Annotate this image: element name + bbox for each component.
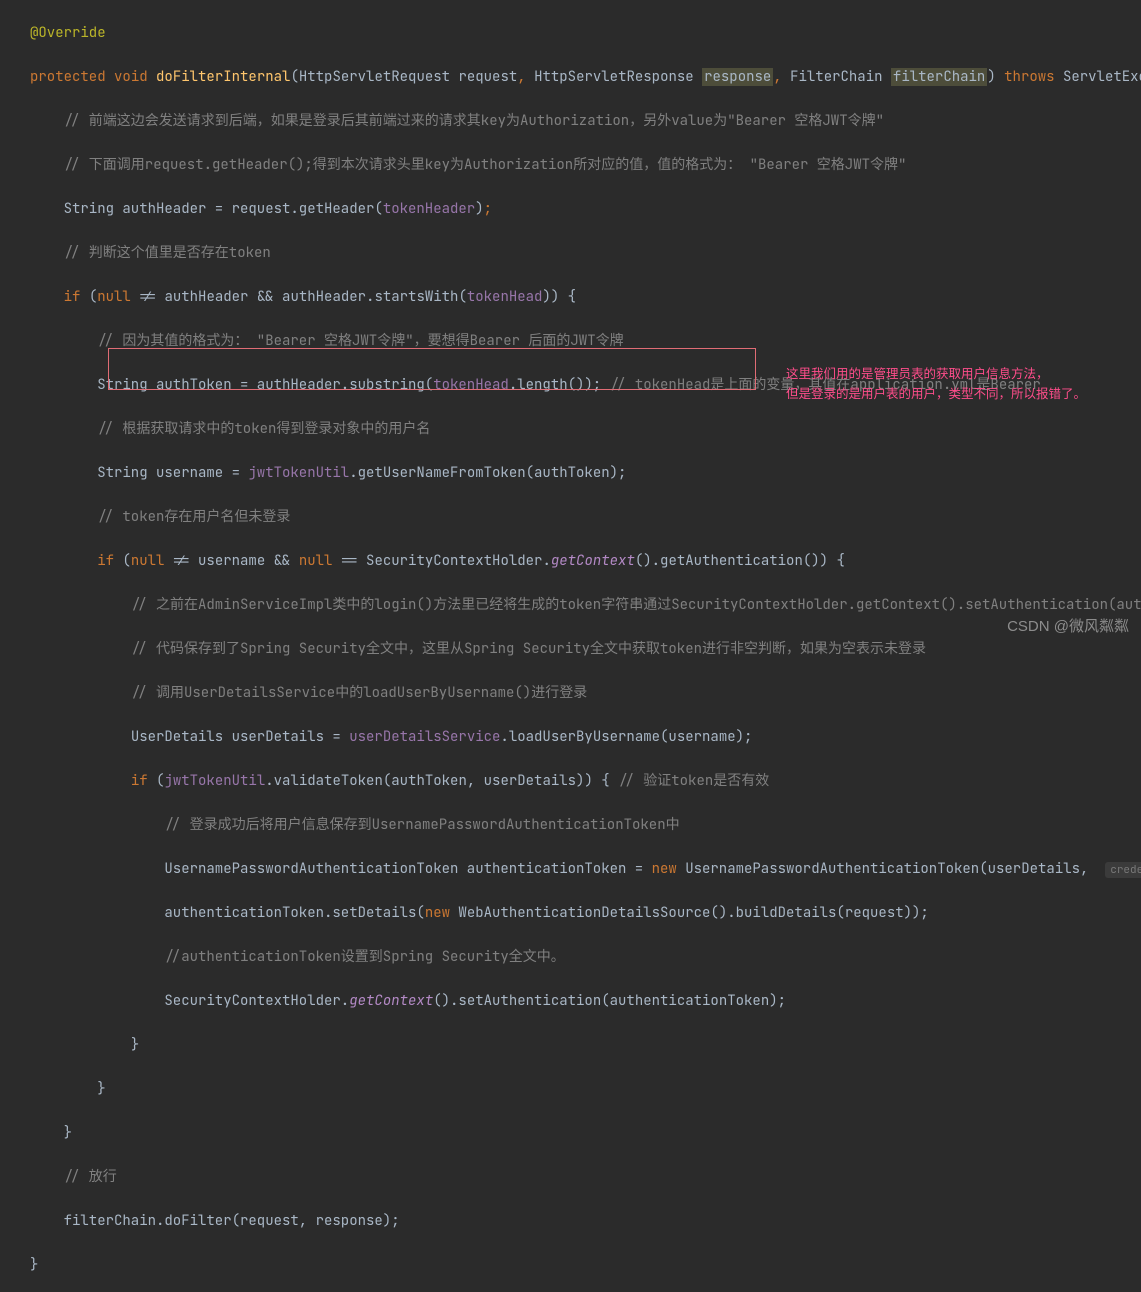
code-line: } [0, 1122, 1141, 1144]
code-line: if (jwtTokenUtil.validateToken(authToken… [0, 770, 1141, 792]
code-line: } [0, 1254, 1141, 1276]
code-line: filterChain.doFilter(request, response); [0, 1210, 1141, 1232]
code-line: // 下面调用request.getHeader();得到本次请求头里key为A… [0, 154, 1141, 176]
code-line: if (null != username && null == Security… [0, 550, 1141, 572]
code-line: //authenticationToken设置到Spring Security全… [0, 946, 1141, 968]
code-line: String authHeader = request.getHeader(to… [0, 198, 1141, 220]
code-line: // 因为其值的格式为： "Bearer 空格JWT令牌"，要想得Bearer … [0, 330, 1141, 352]
code-line: SecurityContextHolder.getContext().setAu… [0, 990, 1141, 1012]
annotation-text: 这里我们用的是管理员表的获取用户信息方法， 但是登录的是用户表的用户，类型不同，… [786, 364, 1086, 404]
code-line: // 之前在AdminServiceImpl类中的login()方法里已经将生成… [0, 594, 1141, 616]
code-line: // 放行 [0, 1166, 1141, 1188]
code-line: authenticationToken.setDetails(new WebAu… [0, 902, 1141, 924]
code-line: // 调用UserDetailsService中的loadUserByUsern… [0, 682, 1141, 704]
watermark: CSDN @微风粼粼 [1007, 616, 1129, 638]
code-line: } [0, 1034, 1141, 1056]
code-line: // 判断这个值里是否存在token [0, 242, 1141, 264]
code-line: if (null != authHeader && authHeader.sta… [0, 286, 1141, 308]
code-line: @Override [0, 22, 1141, 44]
code-editor[interactable]: @Override protected void doFilterInterna… [0, 0, 1141, 1292]
code-line: } [0, 1078, 1141, 1100]
code-line: // 代码保存到了Spring Security全文中，这里从Spring Se… [0, 638, 1141, 660]
code-line: UsernamePasswordAuthenticationToken auth… [0, 858, 1141, 880]
code-line: // token存在用户名但未登录 [0, 506, 1141, 528]
code-line: // 前端这边会发送请求到后端，如果是登录后其前端过来的请求其key为Autho… [0, 110, 1141, 132]
code-line: // 根据获取请求中的token得到登录对象中的用户名 [0, 418, 1141, 440]
code-line: UserDetails userDetails = userDetailsSer… [0, 726, 1141, 748]
code-line: // 登录成功后将用户信息保存到UsernamePasswordAuthenti… [0, 814, 1141, 836]
code-line: protected void doFilterInternal(HttpServ… [0, 66, 1141, 88]
code-line: String username = jwtTokenUtil.getUserNa… [0, 462, 1141, 484]
